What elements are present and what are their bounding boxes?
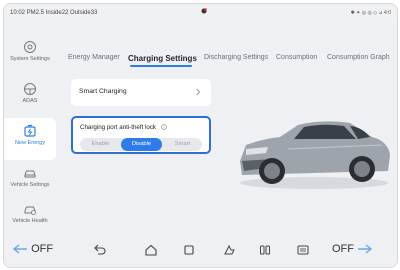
option-disable[interactable]: Disable bbox=[121, 138, 162, 151]
car-icon bbox=[24, 170, 36, 178]
tab-consumption[interactable]: Consumption bbox=[276, 54, 317, 61]
sidebar-item-label: New Energy bbox=[15, 140, 45, 146]
left-climate-control[interactable]: OFF bbox=[12, 243, 53, 255]
info-icon[interactable] bbox=[160, 124, 167, 131]
sidebar-item-label: Vehicle Settings bbox=[10, 182, 50, 188]
recent-apps-icon[interactable] bbox=[182, 243, 196, 257]
option-smart[interactable]: Smart bbox=[162, 138, 203, 151]
sidebar-item-system-settings[interactable]: System Settings bbox=[4, 34, 56, 76]
sidebar-item-label: ADAS bbox=[22, 98, 38, 104]
tab-consumption-graph[interactable]: Consumption Graph bbox=[327, 54, 390, 61]
arrow-left-icon bbox=[12, 244, 27, 254]
anti-theft-lock-selector: Enable Disable Smart bbox=[80, 138, 202, 151]
smart-charging-row[interactable]: Smart Charging bbox=[71, 79, 211, 106]
sidebar-item-label: Vehicle Health bbox=[12, 218, 48, 224]
anti-theft-lock-title: Charging port anti-theft lock bbox=[80, 124, 167, 131]
screen-frame: 10:02 PM2.5 Inside22 Outside33 ✱ ✦ ◎ ◎ ◇… bbox=[3, 3, 398, 268]
status-icons-text: ✱ ✦ ◎ ◎ ◇ ⊿ 4:0 bbox=[350, 10, 391, 16]
vehicle-image bbox=[240, 121, 390, 189]
tab-charging-settings[interactable]: Charging Settings bbox=[128, 54, 197, 63]
anti-theft-lock-card: Charging port anti-theft lock Enable Dis… bbox=[71, 116, 211, 154]
air-conditioning-icon[interactable] bbox=[222, 243, 236, 257]
sidebar-item-adas[interactable]: ADAS bbox=[4, 76, 56, 118]
defrost-icon[interactable] bbox=[296, 243, 310, 257]
gear-icon bbox=[24, 41, 36, 53]
option-enable[interactable]: Enable bbox=[80, 138, 121, 151]
battery-icon bbox=[24, 124, 36, 137]
sidebar-item-new-energy[interactable]: New Energy bbox=[4, 118, 56, 160]
left-climate-value: OFF bbox=[31, 243, 54, 255]
anti-theft-lock-label: Charging port anti-theft lock bbox=[80, 124, 157, 131]
status-text: 10:02 PM2.5 Inside22 Outside33 bbox=[10, 10, 98, 16]
steering-icon bbox=[24, 83, 36, 95]
sidebar: System Settings ADAS New Energy Vehicle … bbox=[4, 24, 56, 234]
status-bar: 10:02 PM2.5 Inside22 Outside33 ✱ ✦ ◎ ◎ ◇… bbox=[4, 4, 397, 24]
tab-energy-manager[interactable]: Energy Manager bbox=[68, 54, 120, 61]
right-climate-control[interactable]: OFF bbox=[332, 243, 373, 255]
active-tab-indicator bbox=[130, 65, 192, 67]
arrow-right-icon bbox=[358, 244, 373, 254]
tab-discharging-settings[interactable]: Discharging Settings bbox=[204, 54, 268, 61]
smart-charging-label: Smart Charging bbox=[79, 88, 127, 95]
home-icon[interactable] bbox=[144, 243, 158, 257]
chevron-right-icon bbox=[196, 88, 201, 96]
seat-icon[interactable] bbox=[258, 243, 272, 257]
notification-dot-icon bbox=[201, 8, 207, 14]
back-icon[interactable] bbox=[92, 243, 106, 257]
right-climate-value: OFF bbox=[331, 243, 354, 255]
car-health-icon bbox=[24, 206, 36, 215]
bottom-bar: OFF OFF bbox=[4, 232, 397, 267]
status-icons: ✱ ✦ ◎ ◎ ◇ ⊿ 4:0 bbox=[351, 10, 391, 16]
sidebar-item-label: System Settings bbox=[10, 56, 50, 62]
